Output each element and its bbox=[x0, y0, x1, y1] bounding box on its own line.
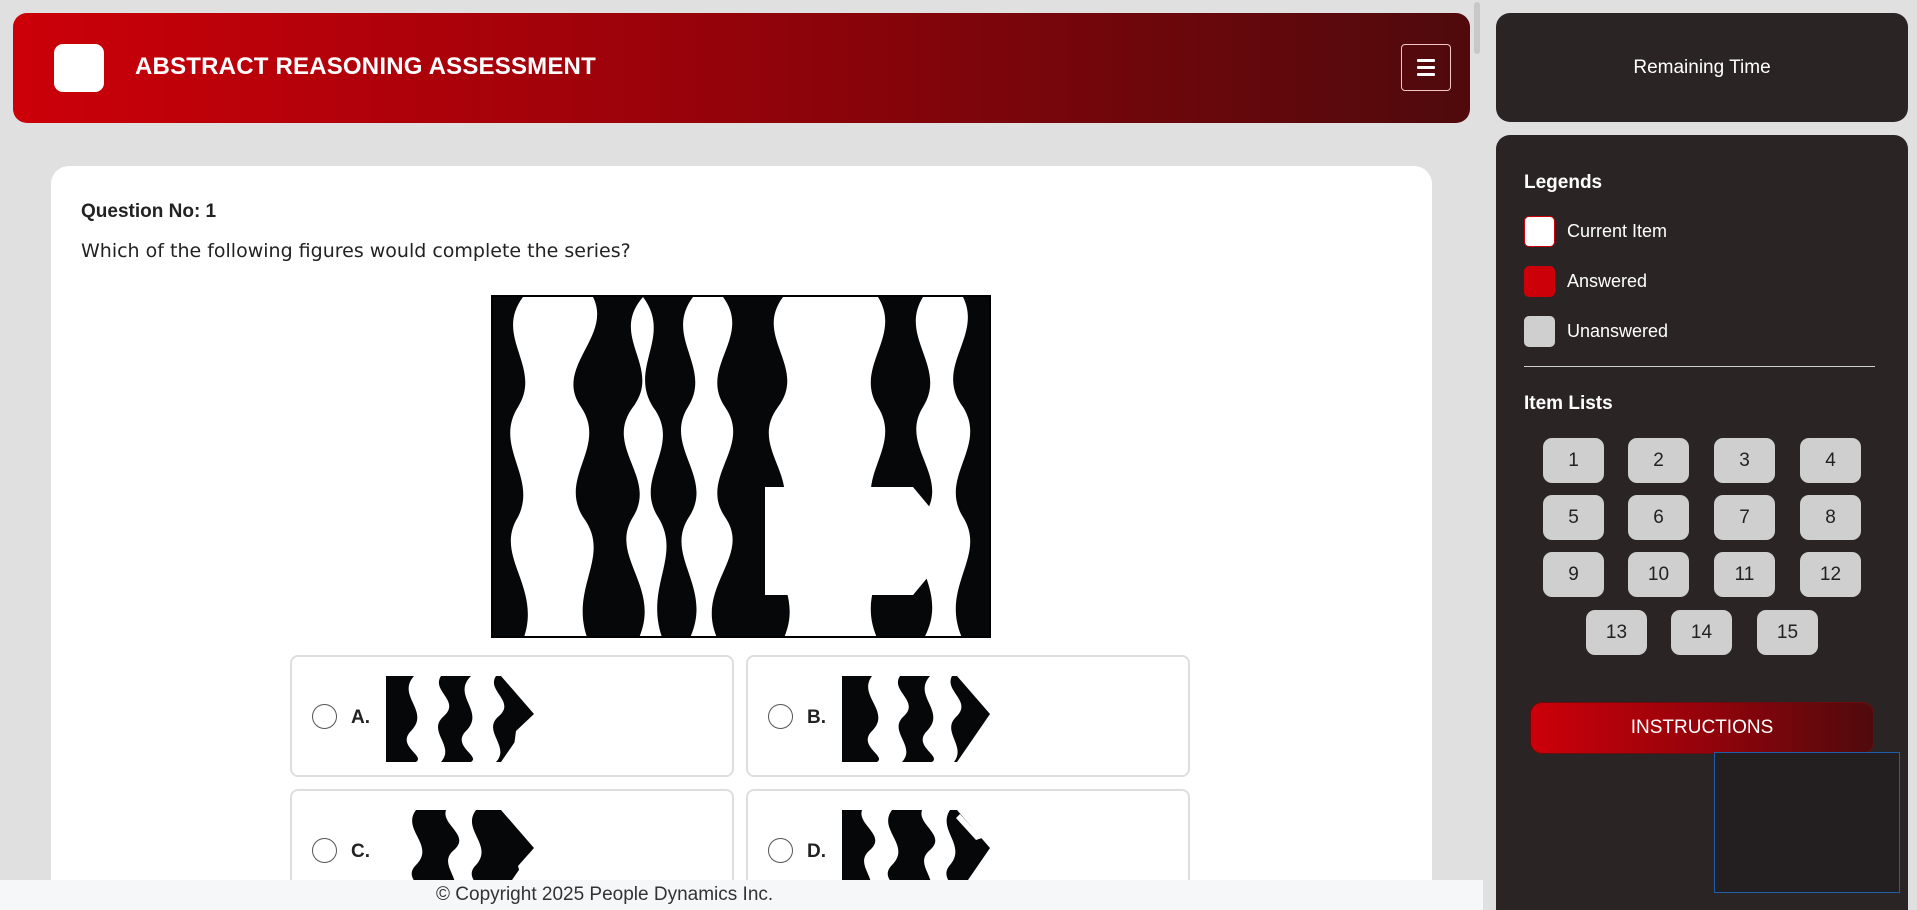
option-b[interactable]: B. bbox=[746, 655, 1190, 777]
question-number: Question No: 1 bbox=[81, 201, 217, 222]
logo bbox=[54, 44, 104, 92]
option-a-label: A. bbox=[351, 707, 370, 728]
scrollbar-thumb[interactable] bbox=[1474, 2, 1480, 54]
option-b-figure bbox=[842, 676, 990, 762]
legend-unanswered-swatch bbox=[1524, 316, 1555, 347]
legend-unanswered-label: Unanswered bbox=[1567, 321, 1669, 341]
navigation-panel: Legends Current Item Answered Unanswered… bbox=[1496, 135, 1908, 910]
item-button[interactable]: 11 bbox=[1714, 552, 1775, 597]
item-button[interactable]: 12 bbox=[1800, 552, 1861, 597]
camera-preview bbox=[1714, 752, 1900, 893]
legend-unanswered: Unanswered bbox=[1524, 316, 1668, 347]
legend-current-swatch bbox=[1524, 216, 1555, 247]
item-button[interactable]: 5 bbox=[1543, 495, 1604, 540]
instructions-button[interactable]: INSTRUCTIONS bbox=[1530, 702, 1874, 754]
item-button[interactable]: 4 bbox=[1800, 438, 1861, 483]
series-figure-image bbox=[493, 297, 989, 636]
option-d-radio[interactable] bbox=[768, 838, 793, 863]
app-title: ABSTRACT REASONING ASSESSMENT bbox=[135, 53, 596, 80]
legend-answered-label: Answered bbox=[1567, 271, 1648, 291]
question-text: Which of the following figures would com… bbox=[81, 240, 631, 262]
copyright-text: © Copyright 2025 People Dynamics Inc. bbox=[436, 884, 774, 905]
remaining-time-label: Remaining Time bbox=[1633, 57, 1771, 78]
item-button[interactable]: 6 bbox=[1628, 495, 1689, 540]
legend-current-item: Current Item bbox=[1524, 216, 1667, 247]
divider bbox=[1524, 366, 1875, 367]
item-button[interactable]: 1 bbox=[1543, 438, 1604, 483]
legends-heading: Legends bbox=[1524, 172, 1603, 193]
item-button[interactable]: 8 bbox=[1800, 495, 1861, 540]
menu-button[interactable] bbox=[1401, 44, 1451, 91]
option-a-figure bbox=[386, 676, 534, 762]
legend-answered-swatch bbox=[1524, 266, 1555, 297]
footer: © Copyright 2025 People Dynamics Inc. bbox=[0, 880, 1483, 910]
option-b-radio[interactable] bbox=[768, 704, 793, 729]
option-c-radio[interactable] bbox=[312, 838, 337, 863]
hamburger-icon bbox=[1417, 57, 1435, 78]
item-button[interactable]: 10 bbox=[1628, 552, 1689, 597]
item-button[interactable]: 14 bbox=[1671, 610, 1732, 655]
option-d-label: D. bbox=[807, 841, 826, 862]
item-button[interactable]: 2 bbox=[1628, 438, 1689, 483]
item-button[interactable]: 13 bbox=[1586, 610, 1647, 655]
question-card: Question No: 1 Which of the following fi… bbox=[51, 166, 1432, 910]
item-button[interactable]: 9 bbox=[1543, 552, 1604, 597]
legend-current-label: Current Item bbox=[1567, 221, 1668, 241]
app-header: ABSTRACT REASONING ASSESSMENT bbox=[13, 13, 1470, 123]
item-button[interactable]: 7 bbox=[1714, 495, 1775, 540]
option-b-label: B. bbox=[807, 707, 826, 728]
legend-answered: Answered bbox=[1524, 266, 1647, 297]
series-figure bbox=[491, 295, 991, 638]
item-button[interactable]: 3 bbox=[1714, 438, 1775, 483]
option-c-label: C. bbox=[351, 841, 370, 862]
item-button[interactable]: 15 bbox=[1757, 610, 1818, 655]
timer-panel: Remaining Time bbox=[1496, 13, 1908, 122]
option-a-radio[interactable] bbox=[312, 704, 337, 729]
item-lists-heading: Item Lists bbox=[1524, 393, 1613, 414]
option-a[interactable]: A. bbox=[290, 655, 734, 777]
